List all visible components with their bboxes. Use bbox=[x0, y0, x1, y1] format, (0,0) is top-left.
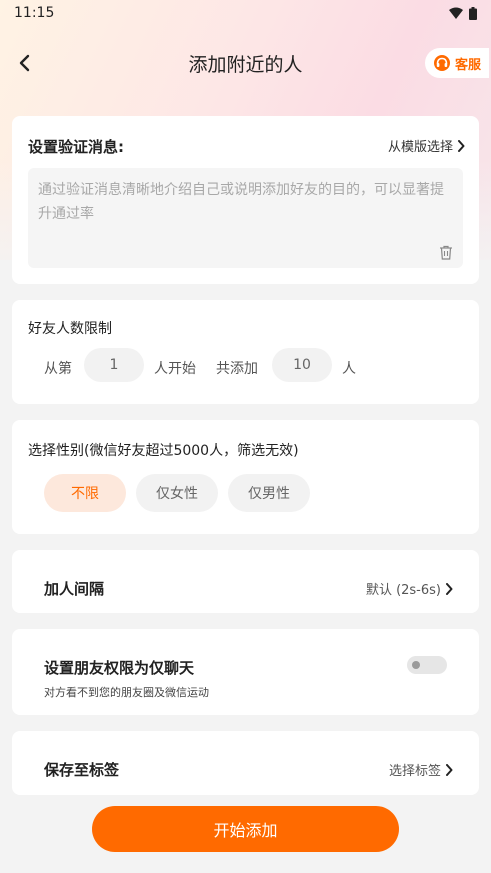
unit-label: 人 bbox=[342, 361, 356, 377]
gender-option-any[interactable]: 不限 bbox=[44, 474, 126, 512]
friend-limit-card: 好友人数限制 从第 1 人开始 共添加 10 人 bbox=[12, 300, 479, 404]
gender-title: 选择性别(微信好友超过5000人，筛选无效) bbox=[28, 443, 299, 459]
interval-title: 加人间隔 bbox=[44, 580, 105, 598]
total-value-input[interactable]: 10 bbox=[272, 348, 332, 382]
chevron-right-icon bbox=[446, 582, 453, 595]
wifi-icon bbox=[449, 7, 463, 19]
template-select-label: 从模版选择 bbox=[387, 140, 453, 155]
gender-card: 选择性别(微信好友超过5000人，筛选无效) 不限 仅女性 仅男性 bbox=[12, 420, 479, 534]
nav-bar: 添加附近的人 客服 bbox=[0, 40, 491, 86]
privacy-subtitle: 对方看不到您的朋友圈及微信运动 bbox=[44, 686, 209, 699]
toggle-knob bbox=[412, 661, 420, 669]
interval-row[interactable]: 加人间隔 默认 (2s-6s) bbox=[12, 550, 479, 613]
battery-icon bbox=[469, 6, 477, 20]
status-icons bbox=[449, 6, 477, 20]
verify-message-placeholder: 通过验证消息清晰地介绍自己或说明添加好友的目的，可以显著提升通过率 bbox=[38, 182, 444, 222]
customer-service-label: 客服 bbox=[455, 57, 482, 73]
chevron-right-icon bbox=[458, 139, 465, 152]
page-title: 添加附近的人 bbox=[188, 54, 303, 76]
status-bar: 11:15 bbox=[0, 0, 491, 26]
from-value-input[interactable]: 1 bbox=[84, 348, 144, 382]
gender-option-male[interactable]: 仅男性 bbox=[228, 474, 310, 512]
tag-row[interactable]: 保存至标签 选择标签 bbox=[12, 731, 479, 795]
start-add-button[interactable]: 开始添加 bbox=[92, 806, 399, 852]
verify-message-input[interactable]: 通过验证消息清晰地介绍自己或说明添加好友的目的，可以显著提升通过率 bbox=[28, 168, 463, 268]
tag-value-label: 选择标签 bbox=[388, 764, 441, 779]
total-label: 共添加 bbox=[216, 361, 258, 377]
from-label: 从第 bbox=[44, 361, 72, 377]
friend-limit-title: 好友人数限制 bbox=[28, 321, 112, 337]
interval-value: 默认 (2s-6s) bbox=[366, 579, 453, 598]
start-label: 人开始 bbox=[154, 361, 196, 377]
verify-message-card: 设置验证消息: 从模版选择 通过验证消息清晰地介绍自己或说明添加好友的目的，可以… bbox=[12, 116, 479, 284]
interval-value-label: 默认 (2s-6s) bbox=[365, 583, 441, 598]
status-time: 11:15 bbox=[14, 5, 55, 21]
privacy-toggle[interactable] bbox=[407, 656, 447, 674]
privacy-title: 设置朋友权限为仅聊天 bbox=[44, 659, 195, 677]
customer-service-button[interactable]: 客服 bbox=[425, 48, 489, 78]
verify-message-title: 设置验证消息: bbox=[28, 138, 124, 156]
gender-option-female[interactable]: 仅女性 bbox=[136, 474, 218, 512]
privacy-row: 设置朋友权限为仅聊天 对方看不到您的朋友圈及微信运动 bbox=[12, 629, 479, 715]
tag-title: 保存至标签 bbox=[44, 761, 120, 779]
template-select-link[interactable]: 从模版选择 bbox=[388, 136, 465, 155]
chevron-right-icon bbox=[446, 763, 453, 776]
headset-icon bbox=[434, 55, 450, 71]
trash-icon[interactable] bbox=[439, 245, 453, 260]
tag-value: 选择标签 bbox=[389, 760, 453, 779]
